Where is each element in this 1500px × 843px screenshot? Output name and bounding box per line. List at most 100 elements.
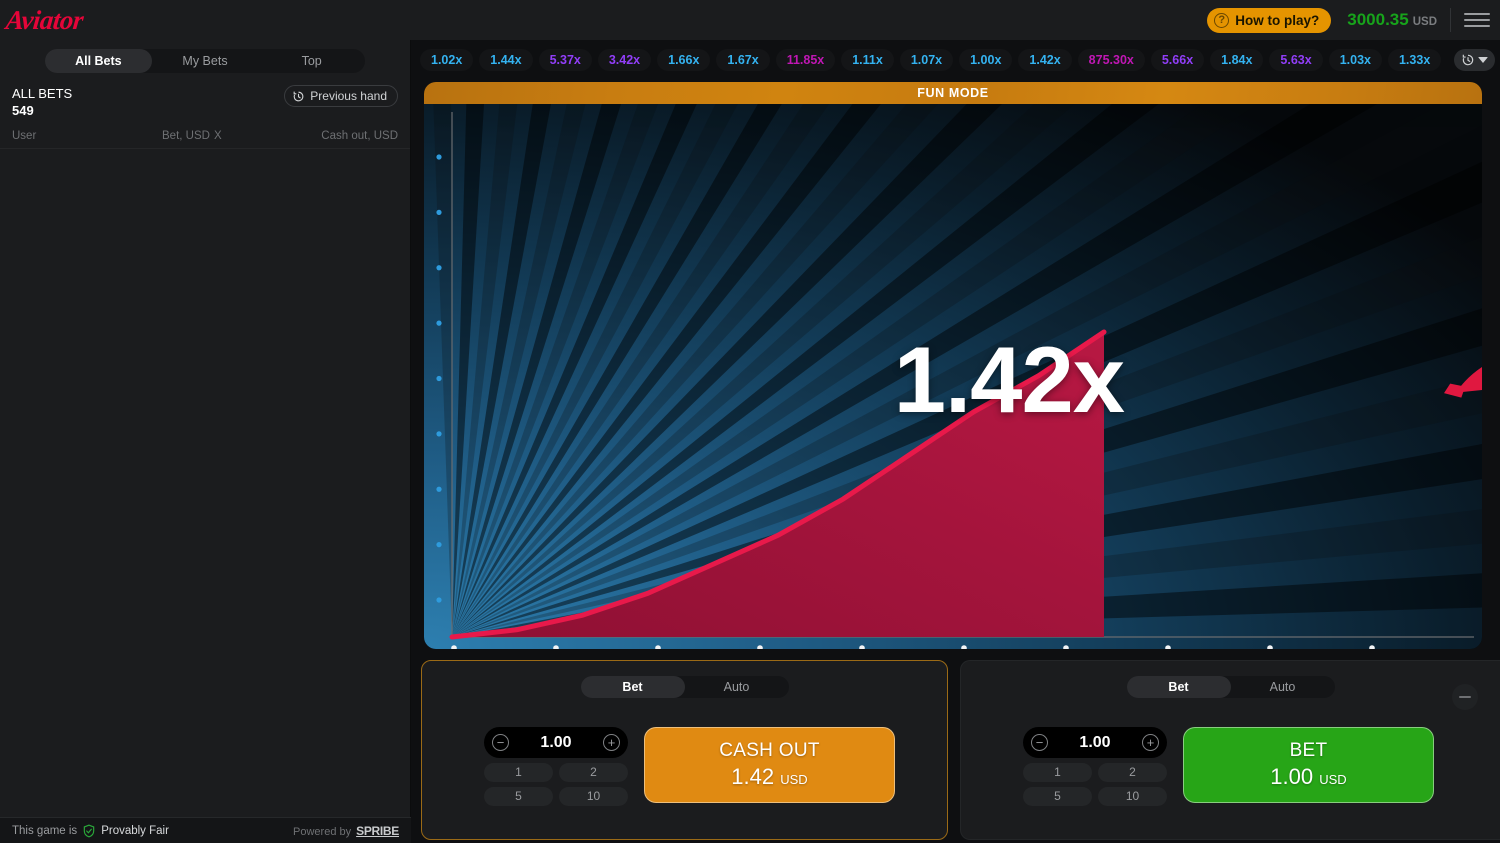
stake-control-left: − 1.00 + 1 2 5 10 [484,727,628,806]
history-clock-icon [1461,53,1475,67]
all-bets-count: 549 [12,102,72,119]
history-toggle-button[interactable] [1454,49,1495,71]
history-chip[interactable]: 5.37x [539,49,592,71]
history-chip[interactable]: 1.42x [1018,49,1071,71]
cash-out-button[interactable]: CASH OUT 1.42 USD [644,727,895,803]
column-header-multiplier: X [214,130,314,142]
minimize-icon[interactable] [1452,684,1478,710]
bets-column-headers: User Bet, USD X Cash out, USD [0,130,410,149]
quick-amounts-left: 1 2 5 10 [484,763,628,806]
spribe-logo: SPRIBE [356,824,399,838]
quick-amount-5-left[interactable]: 5 [484,787,553,806]
all-bets-label: ALL BETS [12,85,72,102]
quick-amount-10-right[interactable]: 10 [1098,787,1167,806]
mode-tab-auto-right[interactable]: Auto [1231,676,1335,698]
history-chip[interactable]: 1.84x [1210,49,1263,71]
quick-amount-2-left[interactable]: 2 [559,763,628,782]
green-shield-check-icon [82,824,96,838]
balance-display: 3000.35 USD [1347,10,1437,30]
chips-container: 1.02x 1.44x 5.37x 3.42x 1.66x 1.67x 11.85x1.11… [420,49,1441,71]
chevron-down-icon [1478,57,1488,63]
history-chip[interactable]: 1.33x [1388,49,1441,71]
aviator-game-app: Aviator ? How to play? 3000.35 USD All B… [0,0,1500,843]
bet-mode-tabs-right: Bet Auto [1127,676,1335,698]
how-to-play-label: How to play? [1235,13,1319,28]
hamburger-menu-icon[interactable] [1464,10,1490,30]
bet-mode-tabs-left: Bet Auto [581,676,789,698]
powered-by: Powered by SPRIBE [293,824,399,838]
stake-value-right[interactable]: 1.00 [1079,734,1110,752]
column-header-cashout: Cash out, USD [321,130,398,142]
cash-out-amount: 1.42 USD [731,764,807,790]
balance-amount: 3000.35 [1347,10,1408,30]
minus-circle-icon[interactable]: − [492,734,509,751]
history-chip[interactable]: 875.30x [1078,49,1145,71]
cash-out-label: CASH OUT [719,740,820,762]
stake-control-right: − 1.00 + 1 2 5 10 [1023,727,1167,806]
history-chip[interactable]: 1.67x [716,49,769,71]
column-header-bet: Bet, USD [162,130,214,142]
quick-amount-1-right[interactable]: 1 [1023,763,1092,782]
history-chip[interactable]: 5.63x [1269,49,1322,71]
fun-mode-banner: FUN MODE [424,82,1482,104]
tab-top[interactable]: Top [258,49,365,73]
y-axis-tick-dot [436,321,441,326]
bet-panel-left: Bet Auto − 1.00 + 1 2 5 10 CASH OUT 1.42 [421,660,948,840]
header-right-group: ? How to play? 3000.35 USD [1207,0,1500,40]
provably-fair-prefix: This game is [12,825,77,837]
y-axis-tick-dot [436,265,441,270]
history-chip[interactable]: 1.11x [841,49,894,71]
question-mark-icon: ? [1214,13,1229,28]
plus-circle-icon[interactable]: + [603,734,620,751]
history-chip[interactable]: 1.07x [900,49,953,71]
quick-amount-2-right[interactable]: 2 [1098,763,1167,782]
tab-all-bets[interactable]: All Bets [45,49,152,73]
bet-label: BET [1290,740,1328,762]
mode-tab-auto-left[interactable]: Auto [685,676,789,698]
quick-amounts-right: 1 2 5 10 [1023,763,1167,806]
bet-panel-right: Bet Auto − 1.00 + 1 2 5 10 BET 1.00 [960,660,1500,840]
y-axis-tick-dot [436,154,441,159]
aviator-logo: Aviator [4,5,84,36]
history-chip[interactable]: 5.66x [1151,49,1204,71]
stake-stepper-left: − 1.00 + [484,727,628,758]
place-bet-button[interactable]: BET 1.00 USD [1183,727,1434,803]
quick-amount-10-left[interactable]: 10 [559,787,628,806]
bet-amount: 1.00 USD [1270,764,1346,790]
mode-tab-bet-left[interactable]: Bet [581,676,685,698]
bets-list[interactable] [0,149,410,789]
quick-amount-5-right[interactable]: 5 [1023,787,1092,806]
game-canvas-area: FUN MODE [424,82,1482,649]
previous-hand-button[interactable]: Previous hand [284,85,398,107]
history-chip[interactable]: 11.85x [776,49,836,71]
provably-fair-notice[interactable]: This game is Provably Fair [12,824,169,838]
balance-currency: USD [1413,16,1437,28]
y-axis-tick-dot [436,210,441,215]
minus-circle-icon[interactable]: − [1031,734,1048,751]
sidebar-footer: This game is Provably Fair Powered by SP… [0,817,411,843]
bets-tabs: All Bets My Bets Top [45,49,365,73]
history-chip[interactable]: 1.03x [1329,49,1382,71]
provably-fair-label: Provably Fair [101,825,169,837]
history-chip[interactable]: 1.00x [959,49,1012,71]
plus-circle-icon[interactable]: + [1142,734,1159,751]
history-chip[interactable]: 1.44x [479,49,532,71]
stake-stepper-right: − 1.00 + [1023,727,1167,758]
current-multiplier: 1.42x [424,326,1124,434]
y-axis-tick-dot [436,542,441,547]
header-divider [1450,8,1451,32]
tab-my-bets[interactable]: My Bets [152,49,259,73]
multiplier-history-bar[interactable]: 1.02x 1.44x 5.37x 3.42x 1.66x 1.67x 11.85x1.11… [420,44,1500,76]
app-header: Aviator ? How to play? 3000.35 USD [0,0,1500,40]
stake-value-left[interactable]: 1.00 [540,734,571,752]
powered-by-label: Powered by [293,826,351,838]
history-chip[interactable]: 1.02x [420,49,473,71]
history-clock-icon [292,90,305,103]
history-chip[interactable]: 1.66x [657,49,710,71]
y-axis-tick-dot [436,487,441,492]
history-chip[interactable]: 3.42x [598,49,651,71]
how-to-play-button[interactable]: ? How to play? [1207,8,1331,33]
mode-tab-bet-right[interactable]: Bet [1127,676,1231,698]
bets-sidebar: All Bets My Bets Top ALL BETS 549 Previo… [0,40,411,843]
quick-amount-1-left[interactable]: 1 [484,763,553,782]
